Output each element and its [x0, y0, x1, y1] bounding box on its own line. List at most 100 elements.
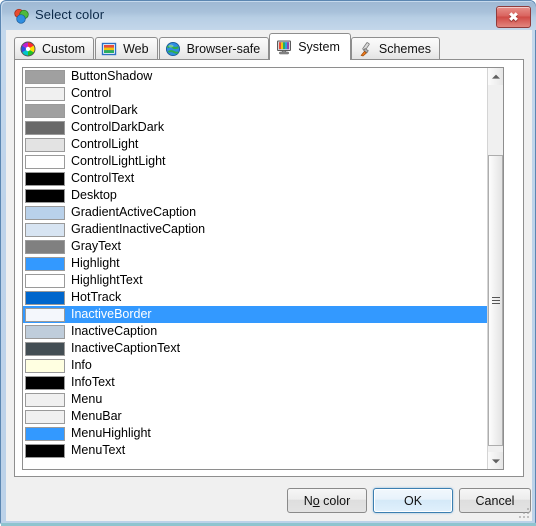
- color-swatch: [25, 188, 65, 203]
- list-item[interactable]: ControlDark: [23, 102, 488, 119]
- listbox-scrollbar[interactable]: [487, 68, 503, 469]
- list-item-label: Highlight: [71, 256, 120, 270]
- tab-label: Custom: [42, 42, 86, 56]
- list-item-label: GradientActiveCaption: [71, 205, 197, 219]
- list-item[interactable]: ControlText: [23, 170, 488, 187]
- list-item[interactable]: MenuHighlight: [23, 425, 488, 442]
- list-item-label: InactiveBorder: [71, 307, 152, 321]
- list-item-label: ButtonShadow: [71, 69, 153, 83]
- list-item-label: Menu: [71, 392, 103, 406]
- color-swatch: [25, 171, 65, 186]
- tab-system[interactable]: System: [269, 33, 351, 60]
- tabstrip: Custom Web Browser-safe System Schemes: [14, 33, 524, 60]
- color-wheel-icon: [20, 41, 36, 57]
- list-item-label: Control: [71, 86, 112, 100]
- tab-schemes[interactable]: Schemes: [350, 37, 440, 60]
- select-color-dialog: Select color ✖ Custom Web Browser-safe S…: [0, 0, 536, 526]
- color-swatch: [25, 222, 65, 237]
- titlebar[interactable]: Select color ✖: [2, 2, 536, 30]
- tab-label: System: [298, 40, 340, 54]
- list-item-label: InactiveCaptionText: [71, 341, 181, 355]
- color-swatch: [25, 426, 65, 441]
- color-swatch: [25, 290, 65, 305]
- list-item-label: InfoText: [71, 375, 115, 389]
- color-swatch: [25, 137, 65, 152]
- list-item[interactable]: Control: [23, 85, 488, 102]
- list-item[interactable]: GrayText: [23, 238, 488, 255]
- scrollbar-thumb[interactable]: [488, 155, 503, 446]
- list-item-label: MenuBar: [71, 409, 122, 423]
- list-item[interactable]: Menu: [23, 391, 488, 408]
- list-item-label: GradientInactiveCaption: [71, 222, 206, 236]
- scrollbar-grip-icon: [491, 296, 500, 305]
- tab-label: Schemes: [378, 42, 431, 56]
- color-swatch: [25, 307, 65, 322]
- list-item[interactable]: InactiveCaption: [23, 323, 488, 340]
- list-item-label: ControlLight: [71, 137, 139, 151]
- list-item-label: ControlLightLight: [71, 154, 166, 168]
- color-swatch: [25, 409, 65, 424]
- list-item-label: InactiveCaption: [71, 324, 158, 338]
- list-item[interactable]: ControlLightLight: [23, 153, 488, 170]
- list-item[interactable]: GradientActiveCaption: [23, 204, 488, 221]
- color-swatch: [25, 392, 65, 407]
- color-circles-icon: [14, 8, 29, 24]
- chevron-up-icon: [491, 74, 500, 79]
- list-item-label: ControlText: [71, 171, 135, 185]
- web-palette-icon: [101, 42, 117, 56]
- tab-label: Web: [123, 42, 149, 56]
- ok-label: OK: [403, 493, 423, 508]
- list-item[interactable]: GradientInactiveCaption: [23, 221, 488, 238]
- listbox-viewport: ButtonShadow Control ControlDark ControlDar…: [23, 68, 488, 469]
- close-icon: ✖: [508, 10, 519, 24]
- dialog-client-area: Custom Web Browser-safe System Schemes B…: [6, 30, 532, 521]
- resize-grip[interactable]: [517, 506, 529, 518]
- list-item-label: MenuText: [71, 443, 126, 457]
- window-title: Select color: [35, 7, 105, 22]
- color-swatch: [25, 154, 65, 169]
- list-item[interactable]: HighlightText: [23, 272, 488, 289]
- list-item-label: ControlDark: [71, 103, 138, 117]
- color-swatch: [25, 375, 65, 390]
- list-item[interactable]: Highlight: [23, 255, 488, 272]
- tab-web[interactable]: Web: [95, 37, 158, 60]
- list-item[interactable]: ControlLight: [23, 136, 488, 153]
- color-swatch: [25, 273, 65, 288]
- list-item-label: Info: [71, 358, 92, 372]
- list-item[interactable]: ButtonShadow: [23, 68, 488, 85]
- list-item-label: Desktop: [71, 188, 117, 202]
- color-swatch: [25, 120, 65, 135]
- list-item[interactable]: InfoText: [23, 374, 488, 391]
- list-item[interactable]: InactiveCaptionText: [23, 340, 488, 357]
- no-color-button[interactable]: No color: [287, 488, 367, 513]
- no-color-label: No color: [303, 493, 351, 508]
- tab-custom[interactable]: Custom: [14, 37, 95, 60]
- system-color-listbox[interactable]: ButtonShadow Control ControlDark ControlDar…: [22, 67, 504, 470]
- list-item[interactable]: HotTrack: [23, 289, 488, 306]
- color-swatch: [25, 205, 65, 220]
- globe-icon: [165, 41, 180, 57]
- list-item[interactable]: ControlDarkDark: [23, 119, 488, 136]
- color-swatch: [25, 324, 65, 339]
- ok-button[interactable]: OK: [373, 488, 453, 513]
- list-item[interactable]: MenuText: [23, 442, 488, 459]
- color-swatch: [25, 341, 65, 356]
- list-item-label: MenuHighlight: [71, 426, 151, 440]
- cancel-label: Cancel: [475, 493, 515, 508]
- scroll-down-button[interactable]: [488, 452, 503, 469]
- list-item-label: HotTrack: [71, 290, 122, 304]
- tab-browser-safe[interactable]: Browser-safe: [158, 37, 270, 60]
- monitor-icon: [277, 40, 292, 55]
- color-swatch: [25, 358, 65, 373]
- list-item[interactable]: Desktop: [23, 187, 488, 204]
- list-item[interactable]: MenuBar: [23, 408, 488, 425]
- color-swatch: [25, 239, 65, 254]
- list-item[interactable]: Info: [23, 357, 488, 374]
- color-swatch: [25, 443, 65, 458]
- list-item-label: GrayText: [71, 239, 122, 253]
- close-button[interactable]: ✖: [496, 6, 531, 28]
- list-item-label: ControlDarkDark: [71, 120, 165, 134]
- scroll-up-button[interactable]: [488, 68, 503, 85]
- color-swatch: [25, 86, 65, 101]
- list-item[interactable]: InactiveBorder: [23, 306, 488, 323]
